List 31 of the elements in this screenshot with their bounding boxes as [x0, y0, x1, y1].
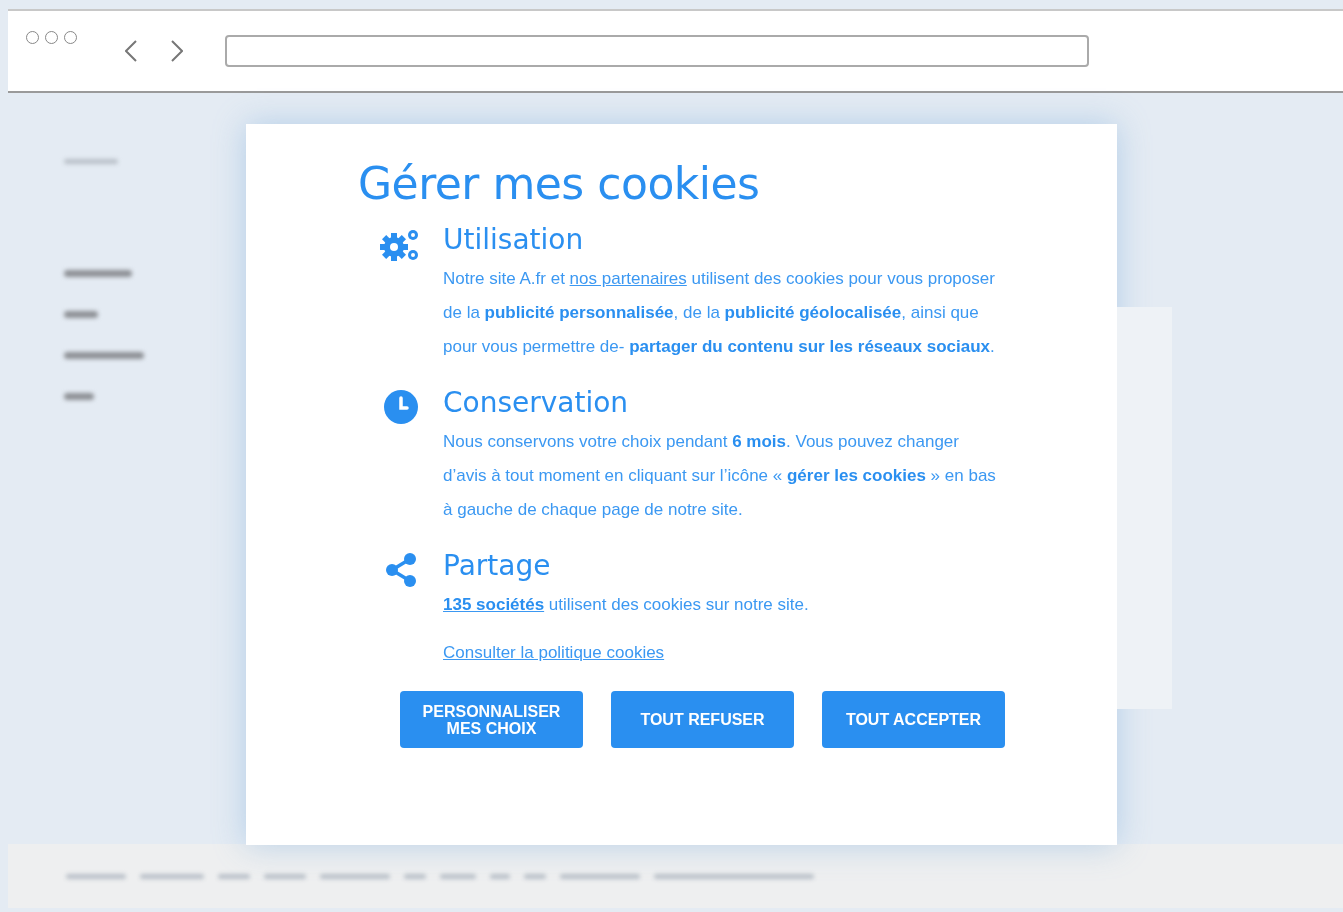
blurred-line — [64, 270, 132, 277]
section-text: Notre site A.fr et nos partenaires utilisent des cookies pour vous proposer de la publicité personnalisée, de la publicité géolocalisée, ainsi que pour vous permettre de- partager du contenu sur les réseaux sociaux. — [443, 268, 996, 358]
clock-icon — [383, 390, 418, 424]
section-heading: Conservation — [443, 386, 630, 419]
section-heading: Partage — [443, 549, 552, 582]
address-field[interactable] — [225, 35, 1089, 67]
policy-link[interactable]: Consulter la politique cookies — [443, 643, 665, 663]
partners-link[interactable]: nos partenaires — [569, 269, 687, 288]
blurred-line — [64, 159, 118, 164]
share-icon — [384, 553, 417, 587]
dialog-button[interactable]: PERSONNALISER MES CHOIX — [400, 691, 583, 748]
blurred-line — [64, 393, 94, 400]
blurred-line — [218, 873, 250, 879]
dialog-button[interactable]: TOUT REFUSER — [611, 691, 794, 748]
dialog-title: Gérer mes cookies — [358, 158, 761, 209]
section-text: Nous conservons votre choix pendant 6 mois. Vous pouvez changer d’avis à tout moment en cliquant sur l’icône « gérer les cookies » en bas à gauche de chaque page de notre site. — [443, 431, 997, 521]
blurred-line — [64, 311, 98, 318]
section-text: 135 sociétés utilisent des cookies sur notre site. — [443, 594, 810, 616]
blurred-line — [264, 873, 306, 879]
blurred-line — [524, 873, 546, 879]
back-icon[interactable] — [125, 40, 137, 62]
section-heading: Utilisation — [443, 223, 585, 256]
blurred-line — [404, 873, 426, 879]
blurred-line — [490, 873, 510, 879]
forward-icon[interactable] — [171, 40, 183, 62]
blurred-line — [320, 873, 390, 879]
blurred-line — [140, 873, 204, 879]
blurred-line — [66, 873, 126, 879]
companies-link[interactable]: 135 sociétés — [443, 595, 545, 614]
blurred-line — [440, 873, 476, 879]
dialog-button[interactable]: TOUT ACCEPTER — [822, 691, 1005, 748]
